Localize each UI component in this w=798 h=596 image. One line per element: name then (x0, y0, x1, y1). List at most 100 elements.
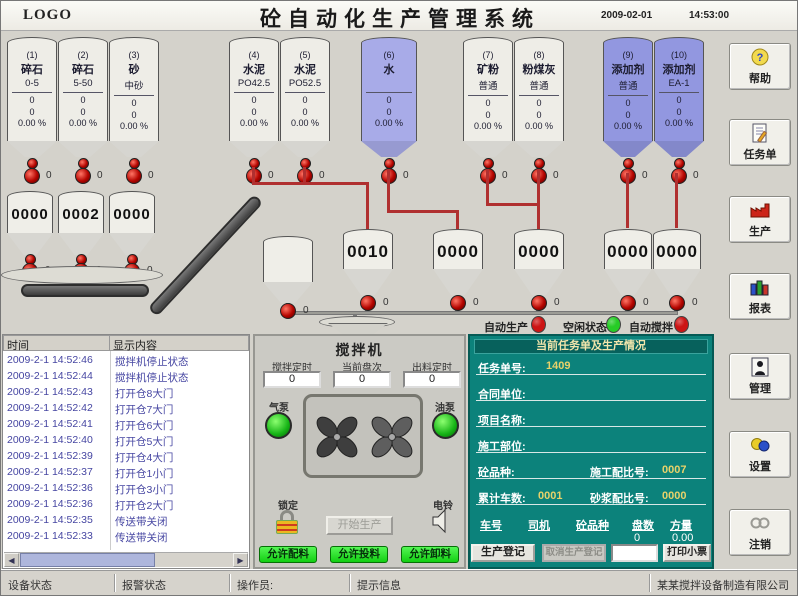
event-log-table: 时间 显示内容 2009-2-1 14:52:46搅拌机停止状态2009-2-1… (2, 334, 250, 569)
silo-small-valve[interactable] (623, 158, 634, 169)
mixer-fan-icon (366, 411, 418, 468)
sidebar-button-label: 管理 (730, 380, 790, 396)
valve-value: 0 (692, 297, 698, 308)
sidebar-button-label: 报表 (730, 300, 790, 316)
silo-discharge-valve[interactable] (126, 168, 142, 184)
weight-display: 0000 (110, 206, 154, 223)
task-input-field[interactable] (611, 544, 658, 562)
log-row[interactable]: 2009-2-1 14:52:43打开仓8大门 (3, 385, 249, 401)
silo-small-valve[interactable] (674, 158, 685, 169)
sidebar-button-report[interactable]: 报表 (729, 273, 791, 320)
statusbar-cell: 设备状态 (1, 574, 114, 592)
hopper-discharge-valve[interactable] (620, 295, 636, 311)
air-pump-indicator (265, 412, 292, 439)
silo-cone (109, 141, 159, 157)
log-h-scrollbar[interactable]: ◀ ▶ (4, 552, 248, 567)
silo-small-valve[interactable] (27, 158, 38, 169)
log-row[interactable]: 2009-2-1 14:52:39打开仓4大门 (3, 449, 249, 465)
silo-small-valve[interactable] (534, 158, 545, 169)
weigh-hopper-5: 00100 (343, 229, 393, 319)
task-field-underline (476, 426, 706, 427)
silo-discharge-valve[interactable] (75, 168, 91, 184)
hopper-body (263, 242, 313, 282)
weigh-hopper-3: 00000 (109, 191, 155, 279)
valve-value: 0 (268, 170, 274, 181)
permit-button-2[interactable]: 允许投料 (330, 546, 388, 563)
silo-small-valve[interactable] (483, 158, 494, 169)
sidebar-button-help[interactable]: ?帮助 (729, 43, 791, 90)
hopper-cone (514, 269, 564, 295)
weigh-hopper-8: 00000 (604, 229, 652, 319)
sidebar-button-logout[interactable]: 注销 (729, 509, 791, 556)
log-row[interactable]: 2009-2-1 14:52:33传送带关闭 (3, 529, 249, 545)
inclined-conveyor-belt[interactable] (148, 194, 264, 317)
hopper-discharge-valve[interactable] (360, 295, 376, 311)
valve-value: 0 (403, 170, 409, 181)
log-header-content: 显示内容 (109, 335, 249, 351)
sidebar-button-manage[interactable]: 管理 (729, 353, 791, 400)
hopper-discharge-valve[interactable] (450, 295, 466, 311)
log-row[interactable]: 2009-2-1 14:52:40打开仓5大门 (3, 433, 249, 449)
material-pipe (675, 173, 678, 228)
lock-icon[interactable] (275, 510, 301, 536)
weigh-hopper-1: 00000 (7, 191, 53, 279)
sidebar-button-task-list[interactable]: 任务单 (729, 119, 791, 166)
scroll-right-arrow[interactable]: ▶ (233, 553, 248, 567)
log-row[interactable]: 2009-2-1 14:52:46搅拌机停止状态 (3, 353, 249, 369)
production-register-button[interactable]: 生产登记 (471, 544, 535, 562)
time-display: 14:53:00 (689, 10, 729, 21)
log-row[interactable]: 2009-2-1 14:52:44搅拌机停止状态 (3, 369, 249, 385)
silo-10: (10)添加剂EA-1 000.00 %0 (654, 37, 704, 202)
mixer-field-value: 0 (403, 371, 461, 388)
scrollbar-thumb[interactable] (20, 553, 155, 567)
log-row[interactable]: 2009-2-1 14:52:42打开仓7大门 (3, 401, 249, 417)
hopper-body: 0000 (514, 235, 564, 269)
statusbar-cell: 报警状态 (114, 574, 229, 592)
status-lamp (674, 316, 689, 333)
log-column-divider (110, 351, 111, 550)
log-row[interactable]: 2009-2-1 14:52:37打开仓1小门 (3, 465, 249, 481)
silo-discharge-valve[interactable] (671, 168, 687, 184)
hopper-discharge-valve[interactable] (280, 303, 296, 319)
sidebar-button-production[interactable]: 生产 (729, 196, 791, 243)
cancel-register-button[interactable]: 取消生产登记 (542, 544, 606, 562)
permit-button-1[interactable]: 允许配料 (259, 546, 317, 563)
log-row[interactable]: 2009-2-1 14:52:35传送带关闭 (3, 513, 249, 529)
bell-speaker-icon[interactable] (431, 508, 451, 539)
hopper-cone (58, 233, 104, 255)
material-pipe (456, 210, 459, 231)
silo-cone (514, 141, 564, 157)
hopper-discharge-valve[interactable] (531, 295, 547, 311)
log-row[interactable]: 2009-2-1 14:52:36打开仓2大门 (3, 497, 249, 513)
statusbar-cell: 操作员: (229, 574, 349, 592)
sidebar-button-settings[interactable]: 设置 (729, 431, 791, 478)
material-pipe (537, 203, 540, 231)
hopper-discharge-valve[interactable] (669, 295, 685, 311)
silo-small-valve[interactable] (78, 158, 89, 169)
valve-value: 0 (553, 170, 559, 181)
sidebar-button-label: 帮助 (730, 70, 790, 86)
permit-button-3[interactable]: 允许卸料 (401, 546, 459, 563)
silo-body: (3)砂中砂 000.00 % (109, 43, 159, 141)
sidebar-button-label: 任务单 (730, 146, 790, 162)
valve-value: 0 (643, 297, 649, 308)
page-title: 砼自动化生产管理系统 (1, 3, 798, 33)
silo-small-valve[interactable] (129, 158, 140, 169)
status-lamp-label: 空闲状态 (563, 319, 607, 335)
print-ticket-button[interactable]: 打印小票 (663, 544, 711, 562)
log-row[interactable]: 2009-2-1 14:52:36打开仓3小门 (3, 481, 249, 497)
material-pipe (537, 169, 540, 206)
material-pipe (387, 210, 459, 213)
log-row[interactable]: 2009-2-1 14:52:41打开仓6大门 (3, 417, 249, 433)
silo-cone (361, 141, 417, 157)
silo-discharge-valve[interactable] (24, 168, 40, 184)
flat-conveyor-belt (21, 284, 149, 297)
silo-body: (5)水泥PO52.5 000.00 % (280, 43, 330, 141)
plant-graphic: (1)碎石0-5 000.00 %0(2)碎石5-50 000.00 %0(3)… (1, 32, 719, 334)
mixer-field-value: 0 (333, 371, 391, 388)
mixer-title: 搅拌机 (255, 340, 464, 360)
scroll-left-arrow[interactable]: ◀ (4, 553, 19, 567)
start-production-button[interactable]: 开始生产 (326, 516, 393, 535)
silo-small-valve[interactable] (384, 158, 395, 169)
hopper-cone (7, 233, 53, 255)
